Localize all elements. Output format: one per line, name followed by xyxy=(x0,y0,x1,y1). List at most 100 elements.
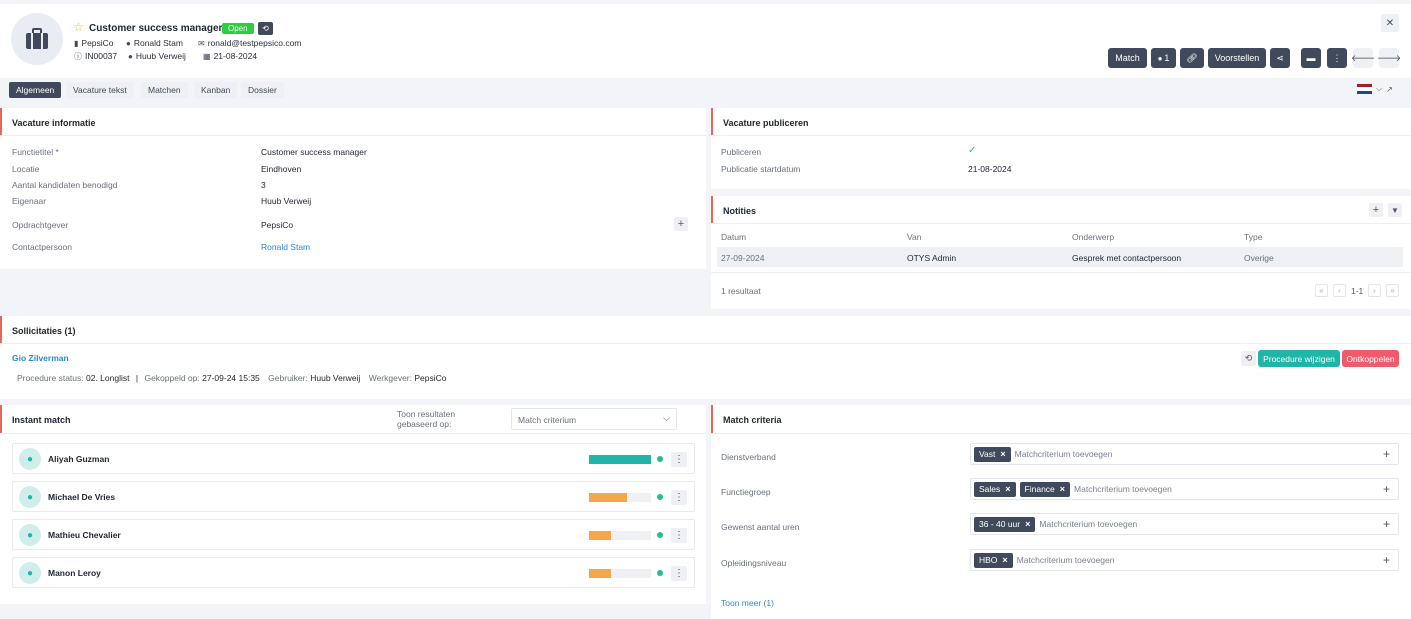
close-icon[interactable]: ✕ xyxy=(1381,14,1399,32)
candidate-card[interactable]: ● Michael De Vries ⋮ xyxy=(12,481,695,512)
add-criterion-icon[interactable]: + xyxy=(1383,517,1390,531)
history-icon[interactable]: ⟲ xyxy=(1241,351,1256,366)
previous-page-icon[interactable]: ‹ xyxy=(1333,284,1346,297)
candidate-menu-button[interactable]: ⋮ xyxy=(671,528,687,543)
tab-vacature-tekst[interactable]: Vacature tekst xyxy=(66,82,134,98)
candidate-card[interactable]: ● Manon Leroy ⋮ xyxy=(12,557,695,588)
language-selector[interactable]: ⌵ ↗ xyxy=(1357,84,1393,94)
column-header[interactable]: Datum xyxy=(721,232,746,242)
email-info[interactable]: ✉ ronald@testpepsico.com xyxy=(198,38,301,48)
criterion-input-placeholder[interactable]: Matchcriterium toevoegen xyxy=(1074,484,1172,494)
email-text: ronald@testpepsico.com xyxy=(207,38,302,48)
note-date: 27-09-2024 xyxy=(721,253,765,263)
candidate-name[interactable]: Mathieu Chevalier xyxy=(48,530,121,540)
history-icon[interactable]: ⟲ xyxy=(258,22,273,35)
based-on-label: gebaseerd op: xyxy=(397,419,452,429)
candidate-card[interactable]: ● Mathieu Chevalier ⋮ xyxy=(12,519,695,550)
page-title: Customer success manager xyxy=(89,23,223,34)
contact-link[interactable]: Ronald Stam xyxy=(261,242,310,252)
candidate-name[interactable]: Aliyah Guzman xyxy=(48,454,109,464)
remove-chip-icon[interactable]: × xyxy=(1000,449,1005,459)
criterion-field[interactable]: Vast × Matchcriterium toevoegen + xyxy=(970,443,1399,465)
match-button[interactable]: Match xyxy=(1108,48,1147,68)
panel-title: Vacature informatie xyxy=(12,118,96,128)
publish-check-icon: ✓ xyxy=(968,145,977,156)
arrow-right-icon: 🡒 xyxy=(1376,52,1402,63)
briefcase-icon xyxy=(26,28,48,49)
show-more-link[interactable]: Toon meer (1) xyxy=(721,598,774,608)
add-criterion-icon[interactable]: + xyxy=(1383,553,1390,567)
panel-title: Match criteria xyxy=(723,415,782,425)
criterion-chip[interactable]: Finance × xyxy=(1019,481,1071,497)
criterion-chip[interactable]: HBO × xyxy=(974,552,1013,568)
candidate-name[interactable]: Michael De Vries xyxy=(48,492,115,502)
criterion-input-placeholder[interactable]: Matchcriterium toevoegen xyxy=(1015,449,1113,459)
panel-title: Notities xyxy=(723,206,757,216)
share-button[interactable]: ⋖ xyxy=(1270,48,1290,68)
criterion-chip[interactable]: Sales × xyxy=(974,481,1016,497)
candidate-name[interactable]: Manon Leroy xyxy=(48,568,101,578)
column-header[interactable]: Type xyxy=(1244,232,1262,242)
favorite-star-icon[interactable]: ☆ xyxy=(73,20,84,34)
remove-chip-icon[interactable]: × xyxy=(1002,555,1007,565)
building-icon: ▮ xyxy=(74,39,79,48)
delete-button[interactable]: ▬ xyxy=(1301,48,1321,68)
candidate-card[interactable]: ● Aliyah Guzman ⋮ xyxy=(12,443,695,474)
contact-info[interactable]: ● Ronald Stam xyxy=(126,38,183,48)
column-header[interactable]: Van xyxy=(907,232,922,242)
tab-kanban[interactable]: Kanban xyxy=(194,82,238,98)
chip-label: 36 - 40 uur xyxy=(979,519,1021,529)
next-page-icon[interactable]: › xyxy=(1368,284,1381,297)
change-procedure-button[interactable]: Procedure wijzigen xyxy=(1258,350,1340,367)
person-icon: ● xyxy=(26,529,34,541)
avatar: ● xyxy=(19,524,41,546)
unlink-button[interactable]: Ontkoppelen xyxy=(1342,350,1399,367)
field-value: PepsiCo xyxy=(261,220,294,230)
criterion-chip[interactable]: 36 - 40 uur × xyxy=(974,516,1036,532)
tab-dossier[interactable]: Dossier xyxy=(241,82,284,98)
criterion-field[interactable]: Sales × Finance × Matchcriterium toevoegen + xyxy=(970,478,1399,500)
filter-icon[interactable]: ▼ xyxy=(1388,203,1402,217)
candidate-menu-button[interactable]: ⋮ xyxy=(671,490,687,505)
candidate-menu-button[interactable]: ⋮ xyxy=(671,452,687,467)
table-row[interactable]: 27-09-2024 OTYS Admin Gesprek met contac… xyxy=(717,247,1403,267)
note-subject: Gesprek met contactpersoon xyxy=(1072,253,1182,263)
linked-count-button[interactable]: ● 1 xyxy=(1151,48,1176,68)
linked-label: Gekoppeld op: xyxy=(144,373,200,383)
match-score-bar xyxy=(589,455,651,464)
candidate-menu-button[interactable]: ⋮ xyxy=(671,566,687,581)
contact-name: Ronald Stam xyxy=(133,38,183,48)
match-criterium-select[interactable]: Match criterium ⌵ xyxy=(511,408,677,430)
add-note-button[interactable]: + xyxy=(1369,203,1383,217)
tab-matchen[interactable]: Matchen xyxy=(141,82,188,98)
criterion-chip[interactable]: Vast × xyxy=(974,446,1011,462)
previous-button[interactable]: 🡐 xyxy=(1351,48,1375,68)
criterion-label: Dienstverband xyxy=(721,452,776,462)
propose-button[interactable]: Voorstellen xyxy=(1208,48,1266,68)
last-page-icon[interactable]: » xyxy=(1386,284,1399,297)
remove-chip-icon[interactable]: × xyxy=(1005,484,1010,494)
applicant-name-link[interactable]: Gio Zilverman xyxy=(12,353,69,363)
tab-algemeen[interactable]: Algemeen xyxy=(9,82,62,98)
add-client-button[interactable]: + xyxy=(674,217,688,231)
more-button[interactable]: ⋮ xyxy=(1327,48,1347,68)
vacancy-id: IN00037 xyxy=(85,51,118,61)
link-button[interactable]: 🔗︎ xyxy=(1180,48,1204,68)
external-link-icon[interactable]: ↗ xyxy=(1386,85,1393,94)
chip-label: Sales xyxy=(979,484,1001,494)
first-page-icon[interactable]: « xyxy=(1315,284,1328,297)
criterion-input-placeholder[interactable]: Matchcriterium toevoegen xyxy=(1039,519,1137,529)
add-criterion-icon[interactable]: + xyxy=(1383,482,1390,496)
panel-title: Vacature publiceren xyxy=(723,118,809,128)
remove-chip-icon[interactable]: × xyxy=(1025,519,1030,529)
vacancy-avatar xyxy=(11,13,63,65)
criterion-field[interactable]: 36 - 40 uur × Matchcriterium toevoegen + xyxy=(970,513,1399,535)
add-criterion-icon[interactable]: + xyxy=(1383,447,1390,461)
company-info[interactable]: ▮ PepsiCo xyxy=(74,38,114,48)
criterion-field[interactable]: HBO × Matchcriterium toevoegen + xyxy=(970,549,1399,571)
availability-dot xyxy=(657,532,663,538)
next-button[interactable]: 🡒 xyxy=(1376,48,1402,68)
column-header[interactable]: Onderwerp xyxy=(1072,232,1114,242)
remove-chip-icon[interactable]: × xyxy=(1060,484,1065,494)
criterion-input-placeholder[interactable]: Matchcriterium toevoegen xyxy=(1017,555,1115,565)
